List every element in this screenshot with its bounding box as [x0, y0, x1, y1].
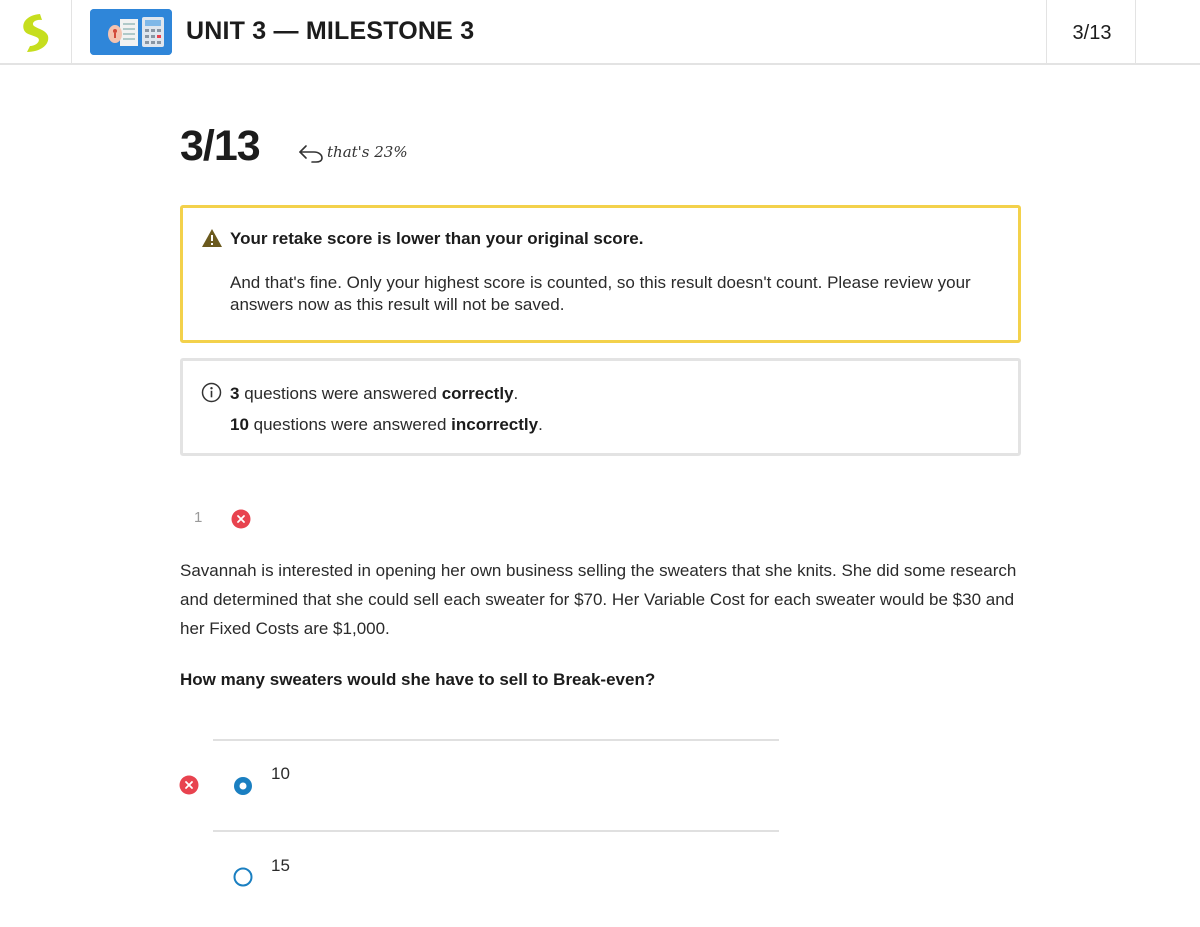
incorrect-summary-text: questions were answered	[248, 415, 452, 434]
result-score: 3/13	[180, 122, 261, 170]
question-prompt: How many sweaters would she have to sell…	[180, 670, 656, 689]
percent-note-text: that's 23%	[327, 143, 408, 161]
results-summary-box: 3 questions were answered correctly. 10 …	[180, 358, 1021, 456]
header-score: 3/13	[1072, 22, 1112, 44]
unit-thumbnail	[90, 9, 172, 55]
answer-radio[interactable]	[233, 867, 253, 887]
header-score-cell: 3/13	[1046, 0, 1136, 63]
correct-summary: 3 questions were answered correctly.	[230, 384, 518, 404]
answer-divider	[213, 830, 779, 832]
answer-label[interactable]: 15	[271, 856, 290, 876]
correct-summary-text: questions were answered	[239, 384, 442, 403]
incorrect-icon	[231, 509, 251, 529]
answer-divider	[213, 739, 779, 741]
answer-label[interactable]: 10	[271, 764, 290, 784]
correct-period: .	[513, 384, 519, 403]
retake-warning-box: Your retake score is lower than your ori…	[180, 205, 1021, 343]
incorrect-answer-icon	[179, 775, 199, 795]
info-icon	[201, 382, 222, 403]
curved-arrow-icon	[299, 145, 323, 163]
top-bar: UNIT 3 — MILESTONE 3 3/13	[0, 0, 1200, 65]
unit-title: UNIT 3 — MILESTONE 3	[186, 17, 475, 45]
warning-title: Your retake score is lower than your ori…	[230, 229, 644, 248]
sophia-logo-icon	[23, 14, 49, 52]
warning-body: And that's fine. Only your highest score…	[230, 273, 971, 314]
warning-triangle-icon	[202, 229, 222, 247]
question-text: Savannah is interested in opening her ow…	[180, 561, 1017, 638]
incorrect-count: 10	[230, 415, 249, 434]
calculator-notebook-icon	[90, 9, 172, 55]
question-number: 1	[194, 509, 203, 526]
answer-radio-selected[interactable]	[233, 776, 253, 796]
incorrect-period: .	[538, 415, 543, 434]
incorrect-summary: 10 questions were answered incorrectly.	[230, 415, 543, 435]
logo-link[interactable]	[0, 0, 72, 63]
correct-word: correctly	[441, 384, 514, 403]
incorrect-word: incorrectly	[451, 415, 539, 434]
